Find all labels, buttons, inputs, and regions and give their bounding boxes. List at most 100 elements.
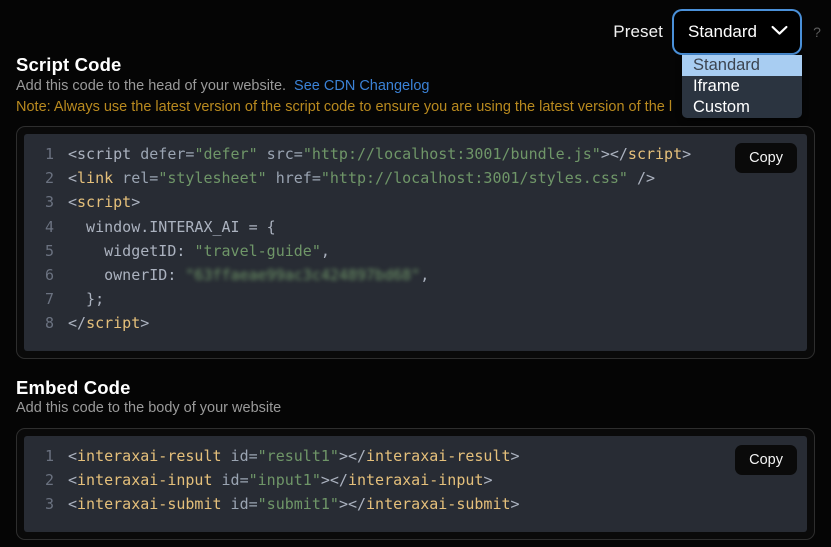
code-token: script bbox=[77, 145, 132, 163]
preset-selected-value: Standard bbox=[688, 22, 757, 41]
preset-option-custom[interactable]: Custom bbox=[682, 97, 802, 118]
code-token: , bbox=[320, 241, 330, 260]
code-token: "result1" bbox=[257, 447, 339, 465]
code-token: "63ffaeae99ac3c424897bd68" bbox=[185, 265, 421, 284]
preset-control-row: Preset Standard Standard Iframe Custom ? bbox=[613, 10, 823, 118]
code-token: window.INTERAX_AI = { bbox=[68, 217, 276, 236]
preset-dropdown-list[interactable]: Standard Iframe Custom bbox=[682, 55, 802, 118]
code-token: ownerID: bbox=[68, 265, 186, 284]
code-token: "travel-guide" bbox=[194, 241, 321, 260]
code-line-text: widgetID: "travel-guide", bbox=[68, 242, 330, 260]
embed-code-card: 1 <interaxai-result id="result1"></intera… bbox=[16, 428, 815, 540]
code-line-number: 1 bbox=[44, 447, 54, 465]
code-token: > bbox=[510, 495, 520, 514]
cdn-changelog-link[interactable]: See CDN Changelog bbox=[294, 78, 429, 94]
code-line-text: <interaxai-input id="input1"></interaxai… bbox=[68, 471, 492, 489]
script-code-subtitle-text: Add this code to the head of your websit… bbox=[16, 78, 287, 94]
code-token: < bbox=[68, 495, 78, 514]
code-token: < bbox=[68, 471, 78, 490]
code-line-number: 6 bbox=[44, 265, 54, 284]
code-token: "submit1" bbox=[257, 495, 339, 514]
code-line-text: }; bbox=[68, 290, 104, 308]
embed-code-lines: 1 <interaxai-result id="result1"></intera… bbox=[24, 447, 807, 520]
code-line-number: 5 bbox=[44, 241, 54, 260]
code-token: script bbox=[627, 145, 683, 163]
code-line: 2 <interaxai-input id="input1"></interaxa… bbox=[24, 471, 807, 495]
code-token: > bbox=[131, 193, 141, 212]
code-token: id= bbox=[212, 471, 249, 490]
code-token: "defer" bbox=[194, 145, 258, 163]
code-line-number: 7 bbox=[44, 290, 54, 309]
preset-option-label: Iframe bbox=[693, 77, 740, 95]
page-root: Preset Standard Standard Iframe Custom ?… bbox=[0, 0, 831, 547]
code-line-number: 2 bbox=[44, 471, 54, 490]
code-token: > bbox=[140, 314, 150, 333]
code-line-text: ownerID: "63ffaeae99ac3c424897bd68", bbox=[68, 266, 429, 284]
preset-option-label: Standard bbox=[693, 56, 760, 74]
code-token: "http://localhost:3001/styles.css" bbox=[320, 169, 628, 188]
code-token: > bbox=[682, 145, 692, 163]
script-code-lines: 1 <script defer="defer" src="http://local… bbox=[24, 145, 807, 339]
code-line-text: <interaxai-submit id="submit1"></interax… bbox=[68, 495, 520, 513]
code-token: id= bbox=[221, 447, 258, 465]
copy-script-code-button[interactable]: Copy bbox=[735, 143, 797, 173]
code-line: 1 <script defer="defer" src="http://local… bbox=[24, 145, 807, 169]
embed-code-title: Embed Code bbox=[16, 377, 131, 398]
code-token: interaxai-result bbox=[77, 447, 222, 465]
code-line-text: </script> bbox=[68, 314, 149, 332]
script-code-subtitle: Add this code to the head of your websit… bbox=[16, 78, 429, 94]
code-line: 5 widgetID: "travel-guide", bbox=[24, 242, 807, 266]
script-code-block[interactable]: 1 <script defer="defer" src="http://local… bbox=[24, 134, 807, 351]
code-token: widgetID: bbox=[68, 241, 195, 260]
code-token: "http://localhost:3001/bundle.js" bbox=[302, 145, 601, 163]
code-token: ></ bbox=[338, 447, 367, 465]
code-line-text: window.INTERAX_AI = { bbox=[68, 218, 276, 236]
code-token: > bbox=[483, 471, 493, 490]
code-token: < bbox=[68, 145, 78, 163]
preset-select-wrapper: Standard Standard Iframe Custom bbox=[673, 10, 802, 118]
code-token: interaxai-input bbox=[347, 471, 484, 490]
code-token: src= bbox=[257, 145, 303, 163]
preset-label: Preset bbox=[613, 22, 663, 41]
code-token: script bbox=[86, 314, 141, 333]
code-token: "input1" bbox=[248, 471, 321, 490]
embed-code-block[interactable]: 1 <interaxai-result id="result1"></intera… bbox=[24, 436, 807, 532]
script-code-title: Script Code bbox=[16, 54, 122, 75]
code-token: "stylesheet" bbox=[158, 169, 267, 188]
preset-select-button[interactable]: Standard bbox=[673, 10, 801, 54]
script-code-note: Note: Always use the latest version of t… bbox=[16, 99, 673, 115]
code-token: defer= bbox=[131, 145, 195, 163]
copy-embed-code-button[interactable]: Copy bbox=[735, 445, 797, 475]
code-token: interaxai-result bbox=[366, 447, 511, 465]
code-line-number: 3 bbox=[44, 495, 54, 514]
code-token: script bbox=[77, 193, 132, 212]
code-token: < bbox=[68, 169, 78, 188]
help-icon[interactable]: ? bbox=[811, 24, 823, 40]
code-line-text: <script defer="defer" src="http://localh… bbox=[68, 145, 691, 163]
code-token: interaxai-submit bbox=[77, 495, 222, 514]
code-line-text: <interaxai-result id="result1"></interax… bbox=[68, 447, 520, 465]
code-line: 7 }; bbox=[24, 290, 807, 314]
code-line: 8 </script> bbox=[24, 314, 807, 338]
code-token: ></ bbox=[600, 145, 628, 163]
preset-option-standard[interactable]: Standard bbox=[682, 55, 802, 76]
code-token: < bbox=[68, 193, 78, 212]
code-token: ></ bbox=[320, 471, 348, 490]
code-line-number: 8 bbox=[44, 314, 54, 333]
code-token: /> bbox=[627, 169, 656, 188]
code-line: 3 <script> bbox=[24, 193, 807, 217]
preset-option-label: Custom bbox=[693, 98, 750, 116]
code-token: interaxai-input bbox=[77, 471, 213, 490]
code-line: 3 <interaxai-submit id="submit1"></intera… bbox=[24, 495, 807, 519]
code-token: href= bbox=[266, 169, 321, 188]
code-line-number: 3 bbox=[44, 193, 54, 212]
code-line: 2 <link rel="stylesheet" href="http://loc… bbox=[24, 169, 807, 193]
code-line: 4 window.INTERAX_AI = { bbox=[24, 218, 807, 242]
code-token: ></ bbox=[338, 495, 367, 514]
code-token: rel= bbox=[113, 169, 159, 188]
code-token: interaxai-submit bbox=[366, 495, 511, 514]
chevron-down-icon bbox=[771, 23, 788, 41]
code-token: id= bbox=[221, 495, 258, 514]
embed-code-subtitle: Add this code to the body of your websit… bbox=[16, 400, 282, 416]
preset-option-iframe[interactable]: Iframe bbox=[682, 76, 802, 97]
